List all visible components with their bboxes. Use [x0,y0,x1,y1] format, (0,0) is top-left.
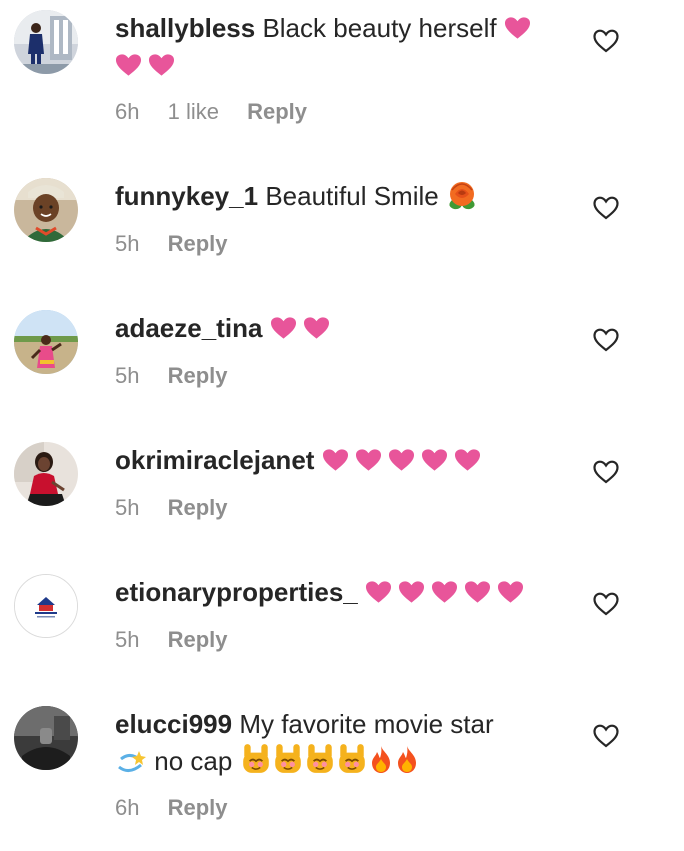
comment-text: My favorite movie star [239,709,494,739]
heart-emoji [270,316,297,340]
heart-emoji [464,580,491,604]
sign-of-horns-emoji [272,743,304,775]
user-avatar[interactable] [14,10,78,74]
comment-username[interactable]: etionaryproperties_ [115,577,358,607]
heart-emoji [454,448,481,472]
heart-emoji [421,448,448,472]
reply-button[interactable]: Reply [247,99,307,124]
user-avatar[interactable] [14,178,78,242]
reply-button[interactable]: Reply [168,795,228,820]
heart-emoji [303,316,330,340]
comment-time: 5h [115,627,140,652]
heart-emoji [322,448,349,472]
like-heart-icon[interactable] [593,724,619,748]
comment-body: elucci999 My favorite movie star no cap [115,706,555,780]
comment-meta: 5h Reply [115,231,250,257]
heart-emoji [355,448,382,472]
like-heart-icon[interactable] [593,328,619,352]
heart-emoji [497,580,524,604]
reply-button[interactable]: Reply [168,495,228,520]
comment-time: 6h [115,795,140,820]
comment-meta: 5h Reply [115,495,250,521]
user-avatar[interactable] [14,706,78,770]
comment-time: 5h [115,363,140,388]
comment-text-continued: no cap [154,746,233,776]
comment-text: Beautiful Smile [265,181,439,211]
comment-text: Black beauty herself [262,13,497,43]
like-heart-icon[interactable] [593,196,619,220]
comment-username[interactable]: elucci999 [115,709,232,739]
comment-body: adaeze_tina [115,310,555,347]
heart-emoji [398,580,425,604]
heart-emoji [431,580,458,604]
user-avatar[interactable] [14,574,78,638]
like-heart-icon[interactable] [593,592,619,616]
comment-likes[interactable]: 1 like [168,99,219,124]
comment-body: etionaryproperties_ [115,574,555,611]
reply-button[interactable]: Reply [168,627,228,652]
user-avatar[interactable] [14,310,78,374]
comment-username[interactable]: okrimiraclejanet [115,445,314,475]
comment-time: 5h [115,231,140,256]
comment-meta: 5h Reply [115,627,250,653]
comment-meta: 6h 1 like Reply [115,99,329,125]
comment-body: shallybless Black beauty herself [115,10,555,84]
heart-emoji [115,53,142,77]
heart-emoji [388,448,415,472]
rose-emoji [449,182,475,210]
sign-of-horns-emoji [304,743,336,775]
user-avatar[interactable] [14,442,78,506]
comment-meta: 5h Reply [115,363,250,389]
sign-of-horns-emoji [336,743,368,775]
comment-username[interactable]: shallybless [115,13,255,43]
heart-emoji [365,580,392,604]
like-heart-icon[interactable] [593,460,619,484]
comment-username[interactable]: funnykey_1 [115,181,258,211]
comment-time: 5h [115,495,140,520]
comment-body: okrimiraclejanet [115,442,555,479]
comment-body: funnykey_1 Beautiful Smile [115,178,555,215]
reply-button[interactable]: Reply [168,363,228,388]
fire-emoji [394,745,420,775]
comment-username[interactable]: adaeze_tina [115,313,262,343]
reply-button[interactable]: Reply [168,231,228,256]
dizzy-emoji [118,751,146,772]
company-logo-icon [15,575,77,637]
heart-emoji [504,16,531,40]
comment-meta: 6h Reply [115,795,250,821]
heart-emoji [148,53,175,77]
fire-emoji [368,745,394,775]
sign-of-horns-emoji [240,743,272,775]
like-heart-icon[interactable] [593,29,619,53]
comment-time: 6h [115,99,140,124]
